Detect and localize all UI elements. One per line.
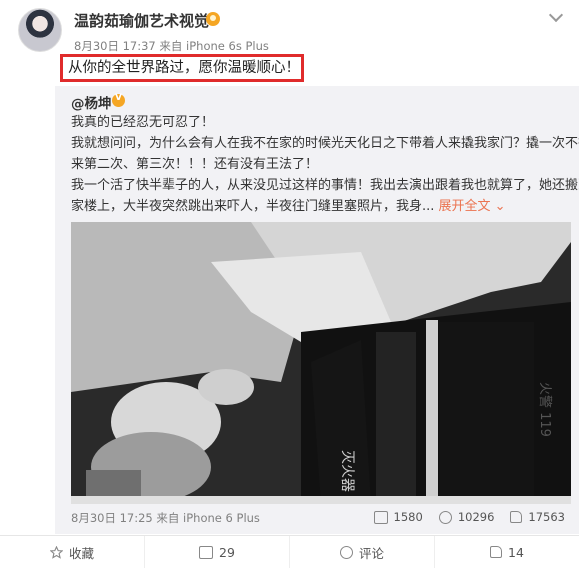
post-photo[interactable]: 灭火器 火警 119 [71,222,571,504]
comment-count-value: 10296 [457,510,495,524]
favorite-button[interactable]: 收藏 [0,536,145,568]
comment-icon [339,545,353,559]
verified-badge-icon [112,93,125,107]
repost-button-count: 29 [219,544,235,560]
like-button-count: 14 [508,544,524,560]
original-text-line: 我真的已经忍无可忍了！ [71,115,215,130]
original-text-line: 来第二次、第三次！！！还有没有王法了！ [71,157,319,172]
repost-icon [373,510,388,524]
post-text: 从你的全世界路过，愿你温暖顺心！ [60,54,304,82]
comment-icon [438,510,452,524]
favorite-label: 收藏 [68,545,94,561]
original-text-line-end: 家楼上，大半夜突然跳出来吓人，半夜往门缝里塞照片，我身... [71,199,439,214]
repost-icon [199,545,214,559]
repost-button[interactable]: 29 [145,536,290,568]
like-count-value: 17563 [528,510,565,524]
fire-alarm-label: 火警 119 [537,382,553,437]
repost-card[interactable]: @杨坤 我真的已经忍无可忍了！ 我就想问问，为什么会有人在我不在家的时候光天化日… [55,86,579,534]
star-icon [49,545,63,559]
chevron-down-icon[interactable] [548,7,564,23]
original-stats: 1580 10296 17563 [373,510,565,524]
original-text-line: 家楼上，大半夜突然跳出来吓人，半夜往门缝里塞照片，我身... 展开全文 ⌄ [71,196,575,217]
thumbs-up-icon [510,511,523,523]
fire-extinguisher-label: 灭火器 [339,450,355,492]
original-text: 我真的已经忍无可忍了！ 我就想问问，为什么会有人在我不在家的时候光天化日之下带着… [71,112,579,217]
original-text-line: 我就想问问，为什么会有人在我不在家的时候光天化日之下带着人来撬我家门？撬一次不行… [71,136,579,151]
expand-full-text-link[interactable]: 展开全文 ⌄ [439,199,506,214]
post-meta: 8月30日 17:37 来自 iPhone 6s Plus [74,39,269,53]
original-author[interactable]: @杨坤 [71,92,112,112]
repost-count-value: 1580 [393,510,423,524]
like-button[interactable]: 14 [435,536,579,568]
comment-button[interactable]: 评论 [290,536,435,568]
comment-label: 评论 [358,545,384,561]
avatar[interactable] [18,8,62,52]
comment-count[interactable]: 10296 [438,510,495,524]
action-bar: 收藏 29 评论 14 [0,535,579,568]
member-badge-icon [206,12,220,26]
original-meta: 8月30日 17:25 来自 iPhone 6 Plus [71,511,260,525]
username[interactable]: 温韵茹瑜伽艺术视觉 [74,10,209,31]
like-count[interactable]: 17563 [510,510,565,524]
thumbs-up-icon [490,546,503,558]
original-text-line: 我一个活了快半辈子的人，从来没见过这样的事情！我出去演出跟着我也就算了，她还搬到… [71,178,579,193]
repost-count[interactable]: 1580 [373,510,423,524]
